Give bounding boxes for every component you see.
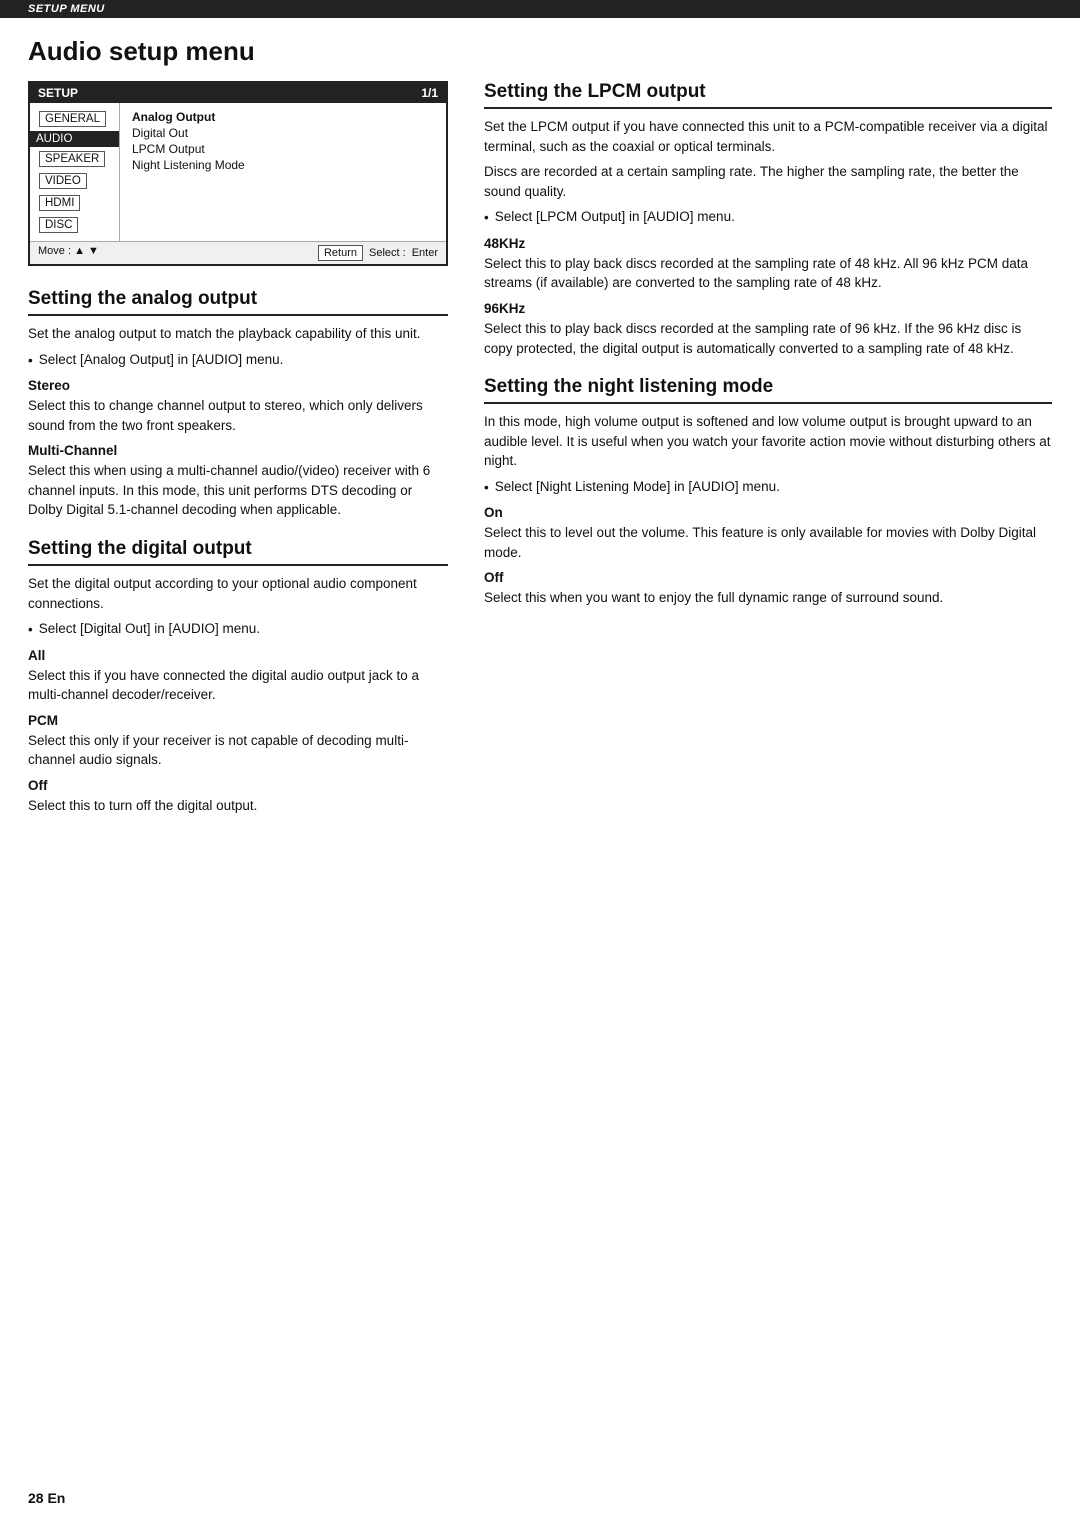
- left-column: SETUP 1/1 GENERAL AUDIO SPEAKER: [28, 81, 448, 821]
- menu-item-video[interactable]: VIDEO: [39, 173, 87, 189]
- lpcm-output-bullet: • Select [LPCM Output] in [AUDIO] menu.: [484, 207, 1052, 228]
- bullet-dot-1: •: [28, 351, 33, 371]
- menu-option-lpcm[interactable]: LPCM Output: [132, 141, 245, 157]
- menu-item-general[interactable]: GENERAL: [39, 111, 106, 127]
- menu-item-disc[interactable]: DISC: [39, 217, 78, 233]
- night-listening-bullet: • Select [Night Listening Mode] in [AUDI…: [484, 477, 1052, 498]
- lpcm-intro2: Discs are recorded at a certain sampling…: [484, 162, 1052, 201]
- analog-output-section: Setting the analog output Set the analog…: [28, 288, 448, 520]
- khz48-text: Select this to play back discs recorded …: [484, 254, 1052, 293]
- stereo-heading: Stereo: [28, 378, 448, 393]
- digital-off-heading: Off: [28, 778, 448, 793]
- page-number: 28 En: [28, 1490, 65, 1506]
- select-label: Select :: [369, 247, 406, 259]
- menu-item-general-wrapper: GENERAL: [34, 109, 115, 129]
- night-on-text: Select this to level out the volume. Thi…: [484, 523, 1052, 562]
- night-listening-section: Setting the night listening mode In this…: [484, 376, 1052, 608]
- menu-footer-right: Return Select : Enter: [318, 245, 438, 261]
- menu-item-hdmi-wrapper: HDMI: [34, 193, 115, 213]
- bullet-dot-2: •: [28, 620, 33, 640]
- analog-output-heading: Setting the analog output: [28, 288, 448, 316]
- lpcm-output-section: Setting the LPCM output Set the LPCM out…: [484, 81, 1052, 358]
- right-column: Setting the LPCM output Set the LPCM out…: [484, 81, 1052, 614]
- menu-box-title: SETUP: [38, 86, 78, 100]
- menu-item-video-wrapper: VIDEO: [34, 171, 115, 191]
- night-listening-bullet-text: Select [Night Listening Mode] in [AUDIO]…: [495, 477, 780, 498]
- menu-item-audio-wrapper: AUDIO: [30, 131, 119, 147]
- menu-option-analog[interactable]: Analog Output: [132, 109, 245, 125]
- multichannel-heading: Multi-Channel: [28, 443, 448, 458]
- stereo-text: Select this to change channel output to …: [28, 396, 448, 435]
- analog-output-intro: Set the analog output to match the playb…: [28, 324, 448, 344]
- bullet-dot-3: •: [484, 208, 489, 228]
- analog-output-bullet: • Select [Analog Output] in [AUDIO] menu…: [28, 350, 448, 371]
- night-off-heading: Off: [484, 570, 1052, 585]
- menu-option-digital[interactable]: Digital Out: [132, 125, 245, 141]
- menu-item-speaker-wrapper: SPEAKER: [34, 149, 115, 169]
- menu-option-night[interactable]: Night Listening Mode: [132, 157, 245, 173]
- return-key[interactable]: Return: [318, 245, 363, 261]
- menu-box-page: 1/1: [421, 86, 438, 100]
- khz48-heading: 48KHz: [484, 236, 1052, 251]
- digital-output-bullet-text: Select [Digital Out] in [AUDIO] menu.: [39, 619, 260, 640]
- menu-item-audio[interactable]: AUDIO: [30, 131, 119, 147]
- menu-item-disc-wrapper: DISC: [34, 215, 115, 235]
- pcm-text: Select this only if your receiver is not…: [28, 731, 448, 770]
- menu-item-hdmi[interactable]: HDMI: [39, 195, 80, 211]
- menu-box-header: SETUP 1/1: [30, 83, 446, 103]
- digital-output-heading: Setting the digital output: [28, 538, 448, 566]
- digital-off-text: Select this to turn off the digital outp…: [28, 796, 448, 816]
- menu-options-col: Analog Output Digital Out LPCM Output Ni…: [120, 103, 257, 241]
- menu-box: SETUP 1/1 GENERAL AUDIO SPEAKER: [28, 81, 448, 266]
- khz96-text: Select this to play back discs recorded …: [484, 319, 1052, 358]
- khz96-heading: 96KHz: [484, 301, 1052, 316]
- night-listening-heading: Setting the night listening mode: [484, 376, 1052, 404]
- menu-items-col: GENERAL AUDIO SPEAKER VIDEO HDMI: [30, 103, 120, 241]
- bullet-dot-4: •: [484, 478, 489, 498]
- menu-footer-move: Move : ▲ ▼: [38, 245, 99, 261]
- analog-output-bullet-text: Select [Analog Output] in [AUDIO] menu.: [39, 350, 284, 371]
- enter-label: Enter: [412, 247, 438, 259]
- page-title: Audio setup menu: [28, 36, 1052, 67]
- top-bar: SETUP MENU: [0, 0, 1080, 18]
- pcm-heading: PCM: [28, 713, 448, 728]
- multichannel-text: Select this when using a multi-channel a…: [28, 461, 448, 520]
- menu-box-body: GENERAL AUDIO SPEAKER VIDEO HDMI: [30, 103, 446, 241]
- digital-output-bullet: • Select [Digital Out] in [AUDIO] menu.: [28, 619, 448, 640]
- two-column-layout: SETUP 1/1 GENERAL AUDIO SPEAKER: [28, 81, 1052, 821]
- night-listening-intro: In this mode, high volume output is soft…: [484, 412, 1052, 471]
- night-off-text: Select this when you want to enjoy the f…: [484, 588, 1052, 608]
- page-footer: 28 En: [28, 1490, 65, 1506]
- digital-output-section: Setting the digital output Set the digit…: [28, 538, 448, 816]
- menu-item-speaker[interactable]: SPEAKER: [39, 151, 105, 167]
- page-content: Audio setup menu SETUP 1/1 GENERAL AUDIO: [0, 18, 1080, 861]
- lpcm-intro1: Set the LPCM output if you have connecte…: [484, 117, 1052, 156]
- night-on-heading: On: [484, 505, 1052, 520]
- menu-footer: Move : ▲ ▼ Return Select : Enter: [30, 241, 446, 264]
- digital-output-intro: Set the digital output according to your…: [28, 574, 448, 613]
- lpcm-output-bullet-text: Select [LPCM Output] in [AUDIO] menu.: [495, 207, 735, 228]
- lpcm-output-heading: Setting the LPCM output: [484, 81, 1052, 109]
- all-text: Select this if you have connected the di…: [28, 666, 448, 705]
- all-heading: All: [28, 648, 448, 663]
- top-bar-label: SETUP MENU: [28, 3, 105, 15]
